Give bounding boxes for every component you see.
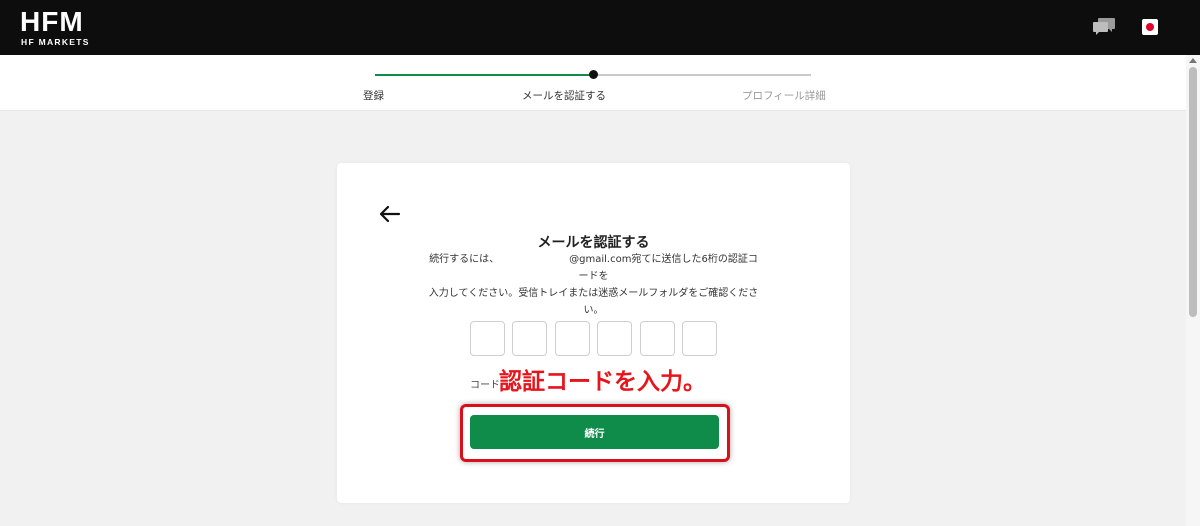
code-digit-3[interactable] [555, 321, 590, 356]
continue-button[interactable]: 続行 [470, 415, 719, 449]
description-rest: 入力してください。受信トレイまたは迷惑メールフォルダをご確認ください。 [428, 288, 759, 316]
code-digit-5[interactable] [640, 321, 675, 356]
page-title: メールを認証する [537, 235, 650, 251]
annotation-callout: 認証コードを入力。 [499, 369, 706, 395]
code-digit-2[interactable] [512, 321, 547, 356]
arrow-left-icon[interactable] [379, 205, 401, 223]
description-email: @gmail.com宛てに送信した6桁の認証コードを [569, 254, 758, 282]
step-label-profile-details: プロフィール詳細 [742, 90, 826, 102]
scrollbar-thumb[interactable] [1189, 67, 1197, 317]
stepper-current-dot [589, 70, 598, 79]
description-prefix: 続行するには、 [429, 254, 500, 265]
stepper-track-done [375, 74, 593, 76]
code-digit-1[interactable] [470, 321, 505, 356]
step-label-register: 登録 [363, 90, 384, 102]
stepper-track-todo [593, 74, 811, 76]
logo-subtext: HF MARKETS [21, 37, 90, 47]
annotation-highlight-box: 続行 [460, 404, 730, 462]
chat-bubbles-icon[interactable] [1092, 17, 1116, 37]
code-digit-4[interactable] [597, 321, 632, 356]
top-bar: HFM HF MARKETS [0, 0, 1200, 55]
code-digit-6[interactable] [682, 321, 717, 356]
verify-email-card: メールを認証する 続行するには、 @gmail.com宛てに送信した6桁の認証コー… [337, 163, 850, 503]
code-input-row [470, 321, 718, 356]
logo-text: HFM [20, 6, 84, 37]
scroll-up-arrow-icon[interactable] [1189, 58, 1197, 63]
step-label-verify-email: メールを認証する [522, 90, 606, 102]
page-scrollbar[interactable] [1186, 55, 1200, 526]
progress-stepper: 登録 メールを認証する プロフィール詳細 [0, 55, 1200, 111]
hfm-logo[interactable]: HFM HF MARKETS [20, 8, 100, 48]
code-hint-text: コード [470, 380, 500, 391]
japan-flag-icon[interactable] [1142, 19, 1158, 35]
verification-description: 続行するには、 @gmail.com宛てに送信した6桁の認証コードを 入力してくだ… [425, 251, 762, 319]
